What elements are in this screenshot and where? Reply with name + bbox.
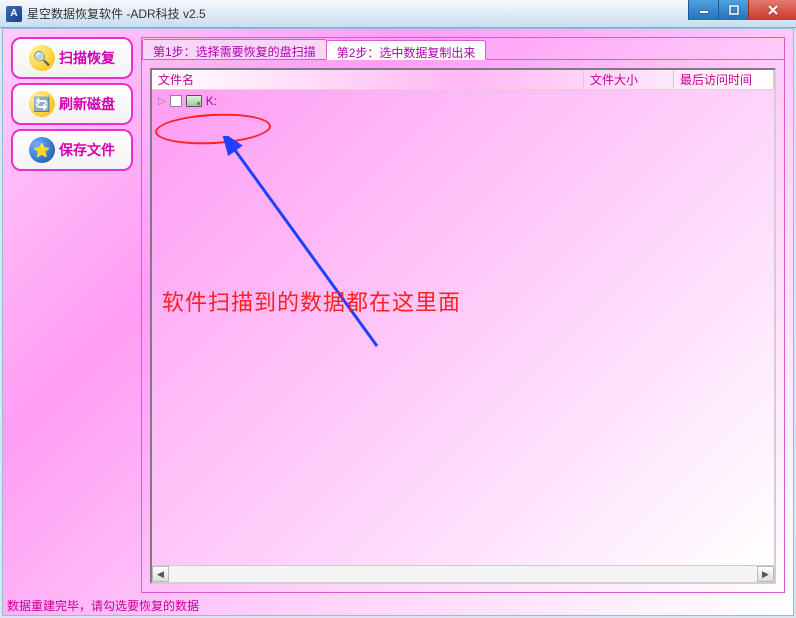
drive-icon — [186, 95, 202, 107]
refresh-disk-button[interactable]: 🔄 刷新磁盘 — [11, 83, 133, 125]
status-bar: 数据重建完毕，请勾选要恢复的数据 — [3, 595, 793, 615]
right-panel: 第1步：选择需要恢复的盘扫描 第2步：选中数据复制出来 文件名 文件大小 最后访… — [141, 37, 785, 593]
main-upper: 🔍 扫描恢复 🔄 刷新磁盘 ⭐ 保存文件 第1步：选择需要恢复的盘扫描 第2步：… — [3, 29, 793, 595]
annotation-arrow-icon — [222, 136, 412, 356]
tab-strip: 第1步：选择需要恢复的盘扫描 第2步：选中数据复制出来 — [142, 38, 784, 60]
scan-recover-label: 扫描恢复 — [59, 48, 115, 68]
file-list: 文件名 文件大小 最后访问时间 ▷ K: — [150, 68, 776, 584]
tab-step2[interactable]: 第2步：选中数据复制出来 — [326, 40, 487, 60]
magnifier-icon: 🔍 — [29, 45, 55, 71]
col-filename[interactable]: 文件名 — [152, 70, 584, 89]
horizontal-scrollbar[interactable]: ◀ ▶ — [152, 565, 774, 582]
client-area: 🔍 扫描恢复 🔄 刷新磁盘 ⭐ 保存文件 第1步：选择需要恢复的盘扫描 第2步：… — [2, 28, 794, 616]
maximize-button[interactable] — [718, 0, 748, 20]
window-controls — [688, 0, 796, 20]
expand-arrow-icon[interactable]: ▷ — [158, 96, 166, 107]
save-file-button[interactable]: ⭐ 保存文件 — [11, 129, 133, 171]
col-accessed[interactable]: 最后访问时间 — [674, 70, 774, 89]
table-row[interactable]: ▷ K: — [152, 90, 774, 112]
refresh-disk-label: 刷新磁盘 — [59, 94, 115, 114]
app-icon: A — [6, 6, 22, 22]
column-headers: 文件名 文件大小 最后访问时间 — [152, 70, 774, 90]
save-icon: ⭐ — [29, 137, 55, 163]
list-body[interactable]: ▷ K: — [152, 90, 774, 565]
titlebar: A 星空数据恢复软件 -ADR科技 v2.5 — [0, 0, 796, 28]
refresh-icon: 🔄 — [29, 91, 55, 117]
annotation-ellipse — [154, 111, 271, 147]
close-button[interactable] — [748, 0, 796, 20]
scan-recover-button[interactable]: 🔍 扫描恢复 — [11, 37, 133, 79]
tab-step1[interactable]: 第1步：选择需要恢复的盘扫描 — [142, 39, 327, 59]
annotation-text: 软件扫描到的数据都在这里面 — [162, 285, 461, 317]
minimize-button[interactable] — [688, 0, 718, 20]
save-file-label: 保存文件 — [59, 140, 115, 160]
scroll-track[interactable] — [169, 566, 757, 582]
drive-label: K: — [206, 94, 217, 108]
scroll-left-button[interactable]: ◀ — [152, 566, 169, 582]
row-checkbox[interactable] — [170, 95, 182, 107]
col-filesize[interactable]: 文件大小 — [584, 70, 674, 89]
window-title: 星空数据恢复软件 -ADR科技 v2.5 — [27, 5, 206, 22]
scroll-right-button[interactable]: ▶ — [757, 566, 774, 582]
tab-body: 文件名 文件大小 最后访问时间 ▷ K: — [142, 60, 784, 592]
sidebar: 🔍 扫描恢复 🔄 刷新磁盘 ⭐ 保存文件 — [11, 37, 133, 593]
